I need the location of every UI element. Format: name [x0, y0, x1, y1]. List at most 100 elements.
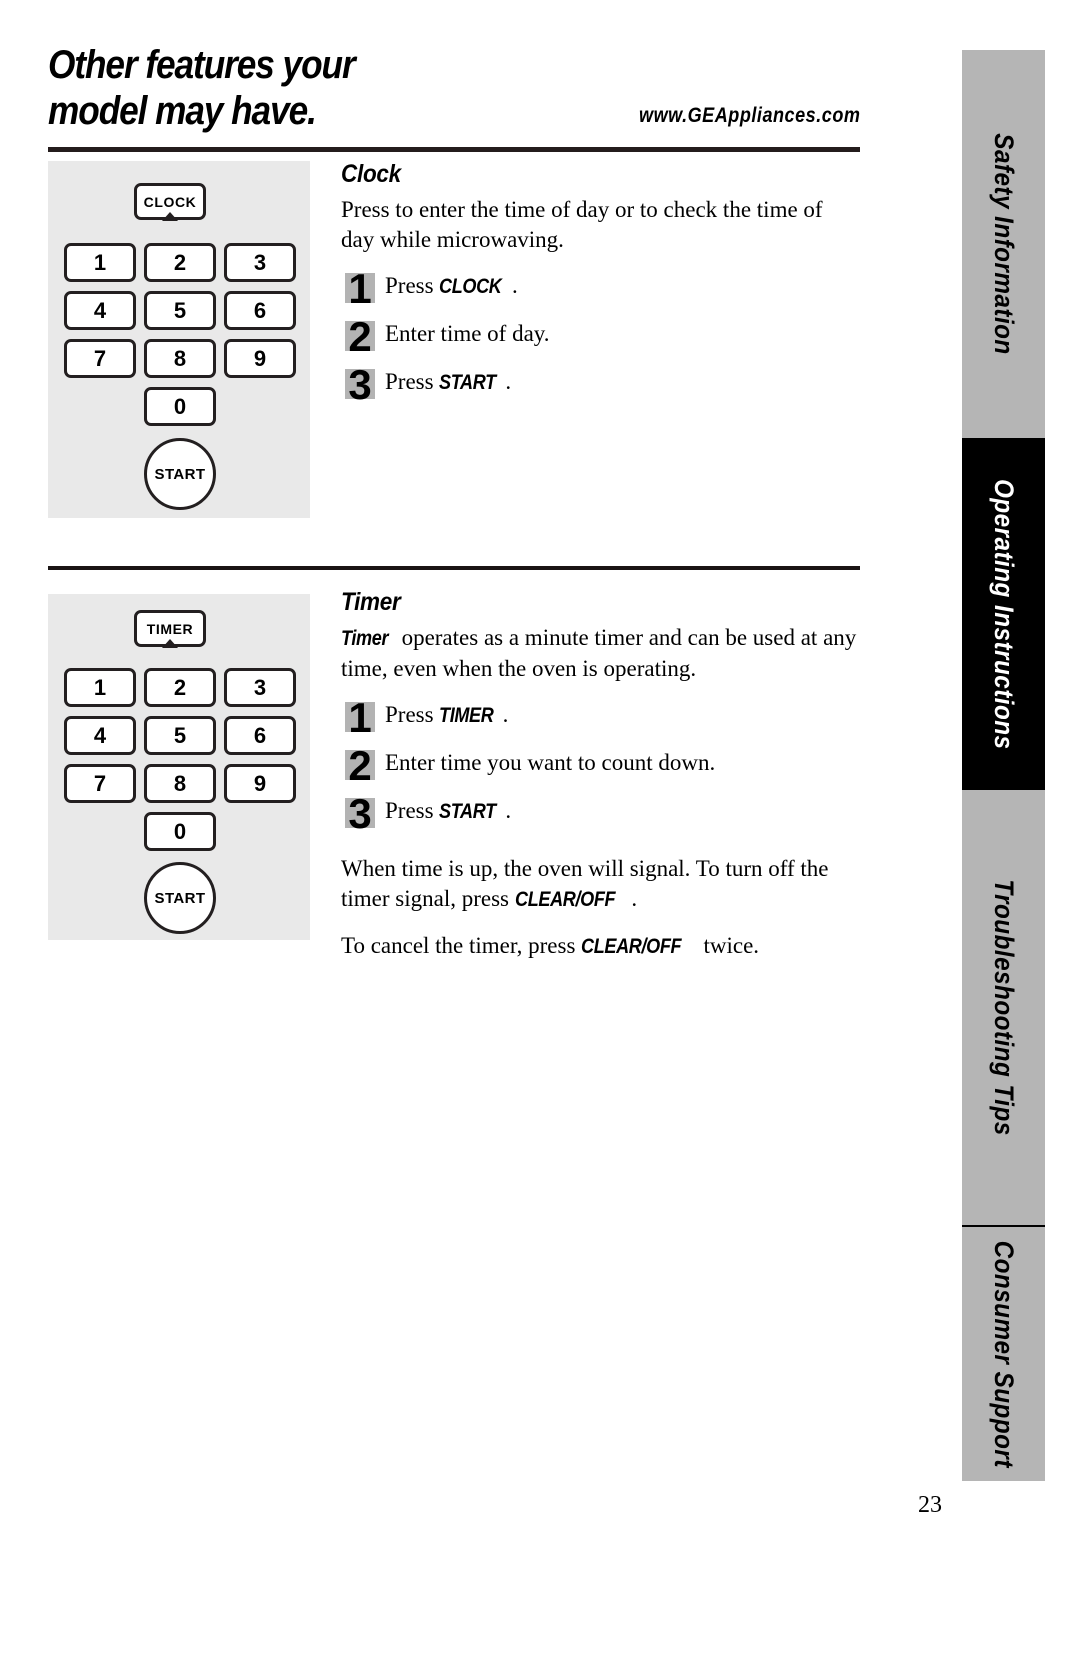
step-number: 2 — [348, 742, 372, 789]
step-text-pre: Press — [385, 369, 440, 394]
numpad-key-5[interactable]: 5 — [144, 716, 216, 755]
tab-operating-instructions[interactable]: Operating Instructions — [962, 438, 1045, 790]
step-number-badge: 2 — [345, 745, 375, 787]
pointer-triangle-icon — [162, 212, 178, 221]
page-number: 23 — [918, 1492, 942, 1518]
timer-step-1: 1 Press TIMER. — [341, 694, 861, 742]
timer-step-3: 3 Press START. — [341, 790, 861, 838]
step-text-post: . — [505, 369, 512, 394]
numpad-key-3[interactable]: 3 — [224, 668, 296, 707]
tab-label: Operating Instructions — [989, 478, 1019, 750]
step-emphasis: START — [439, 800, 497, 823]
tab-label: Troubleshooting Tips — [989, 879, 1019, 1136]
step-number-badge: 3 — [345, 364, 375, 406]
step-text-pre: Press — [385, 702, 440, 727]
timer-button[interactable]: TIMER — [134, 610, 206, 648]
tab-safety-information[interactable]: Safety Information — [962, 50, 1045, 438]
clock-section: Clock Press to enter the time of day or … — [341, 160, 861, 419]
step-number-badge: 2 — [345, 316, 375, 358]
numpad-key-2[interactable]: 2 — [144, 243, 216, 282]
timer-cancel-note-post: twice. — [697, 933, 760, 958]
tab-consumer-support[interactable]: Consumer Support — [962, 1227, 1045, 1481]
numpad-key-5[interactable]: 5 — [144, 291, 216, 330]
step-number: 3 — [348, 361, 372, 408]
timer-step-2-text: Enter time you want to count down. — [385, 742, 861, 778]
start-button[interactable]: START — [144, 862, 216, 934]
manual-page: Other features your model may have. www.… — [0, 0, 1080, 1669]
step-number: 2 — [348, 313, 372, 360]
clock-step-1-text: Press CLOCK. — [385, 265, 861, 302]
clock-button[interactable]: CLOCK — [134, 183, 206, 221]
tab-label: Safety Information — [989, 133, 1019, 355]
step-text-post: . — [505, 798, 512, 823]
numpad-key-8[interactable]: 8 — [144, 339, 216, 378]
numpad-key-1[interactable]: 1 — [64, 668, 136, 707]
numpad-key-4[interactable]: 4 — [64, 291, 136, 330]
tab-troubleshooting-tips[interactable]: Troubleshooting Tips — [962, 790, 1045, 1225]
clock-step-1: 1 Press CLOCK. — [341, 265, 861, 313]
numpad-key-2[interactable]: 2 — [144, 668, 216, 707]
step-number-badge: 1 — [345, 268, 375, 310]
step-text-pre: Press — [385, 798, 440, 823]
step-text-pre: Enter time you want to count down. — [385, 750, 716, 775]
numpad-key-6[interactable]: 6 — [224, 291, 296, 330]
step-emphasis: START — [439, 371, 497, 394]
pointer-triangle-icon — [162, 639, 178, 648]
numpad-key-9[interactable]: 9 — [224, 339, 296, 378]
website-url: www.GEAppliances.com — [638, 104, 860, 127]
clock-step-2: 2 Enter time of day. — [341, 313, 861, 361]
timer-signal-note: When time is up, the oven will signal. T… — [341, 854, 861, 915]
step-text-pre: Enter time of day. — [385, 321, 550, 346]
timer-cancel-note: To cancel the timer, press CLEAR/OFF twi… — [341, 931, 861, 962]
timer-intro-text: Timer operates as a minute timer and can… — [341, 623, 861, 684]
clock-intro-text: Press to enter the time of day or to che… — [341, 197, 823, 252]
header-divider — [48, 147, 860, 152]
step-number: 1 — [348, 265, 372, 312]
timer-step-1-text: Press TIMER. — [385, 694, 861, 731]
numpad-key-6[interactable]: 6 — [224, 716, 296, 755]
clock-step-3-text: Press START. — [385, 361, 861, 398]
timer-signal-note-emphasis: CLEAR/OFF — [514, 888, 616, 911]
numpad-key-1[interactable]: 1 — [64, 243, 136, 282]
clock-step-2-text: Enter time of day. — [385, 313, 861, 349]
numpad-key-4[interactable]: 4 — [64, 716, 136, 755]
timer-button-label: TIMER — [146, 620, 194, 637]
clock-button-label: CLOCK — [143, 193, 197, 210]
numpad-key-3[interactable]: 3 — [224, 243, 296, 282]
clock-section-heading: Clock — [341, 160, 401, 188]
numpad-key-0[interactable]: 0 — [144, 812, 216, 851]
timer-section-heading: Timer — [341, 588, 401, 616]
timer-step-3-text: Press START. — [385, 790, 861, 827]
page-title-line-1: Other features your — [48, 43, 356, 87]
tab-label: Consumer Support — [989, 1240, 1019, 1468]
step-number-badge: 3 — [345, 793, 375, 835]
timer-intro-body: operates as a minute timer and can be us… — [341, 625, 857, 681]
timer-control-panel: TIMER 1 2 3 4 5 6 7 8 9 0 START — [48, 594, 310, 940]
clock-steps-list: 1 Press CLOCK. 2 Enter time of day. 3 Pr… — [341, 265, 861, 409]
step-emphasis: TIMER — [439, 704, 494, 727]
step-text-pre: Press — [385, 273, 440, 298]
section-tab-rail: Safety Information Operating Instruction… — [962, 50, 1045, 1481]
clock-step-3: 3 Press START. — [341, 361, 861, 409]
step-number: 1 — [348, 694, 372, 741]
step-text-post: . — [502, 702, 509, 727]
timer-intro-emphasis: Timer — [341, 627, 389, 650]
timer-signal-note-post: . — [631, 886, 638, 911]
clock-control-panel: CLOCK 1 2 3 4 5 6 7 8 9 0 START — [48, 161, 310, 518]
step-text-post: . — [511, 273, 518, 298]
step-emphasis: CLOCK — [439, 275, 502, 298]
page-header: Other features your model may have. www.… — [48, 42, 860, 150]
numpad-key-9[interactable]: 9 — [224, 764, 296, 803]
timer-section: Timer Timer operates as a minute timer a… — [341, 588, 861, 972]
start-button[interactable]: START — [144, 438, 216, 510]
timer-step-2: 2 Enter time you want to count down. — [341, 742, 861, 790]
numpad-key-0[interactable]: 0 — [144, 387, 216, 426]
section-divider — [48, 566, 860, 570]
numpad-key-7[interactable]: 7 — [64, 339, 136, 378]
numpad-key-8[interactable]: 8 — [144, 764, 216, 803]
timer-steps-list: 1 Press TIMER. 2 Enter time you want to … — [341, 694, 861, 838]
timer-cancel-note-pre: To cancel the timer, press — [341, 933, 582, 958]
timer-cancel-note-emphasis: CLEAR/OFF — [581, 935, 682, 958]
numpad-key-7[interactable]: 7 — [64, 764, 136, 803]
step-number: 3 — [348, 790, 372, 837]
